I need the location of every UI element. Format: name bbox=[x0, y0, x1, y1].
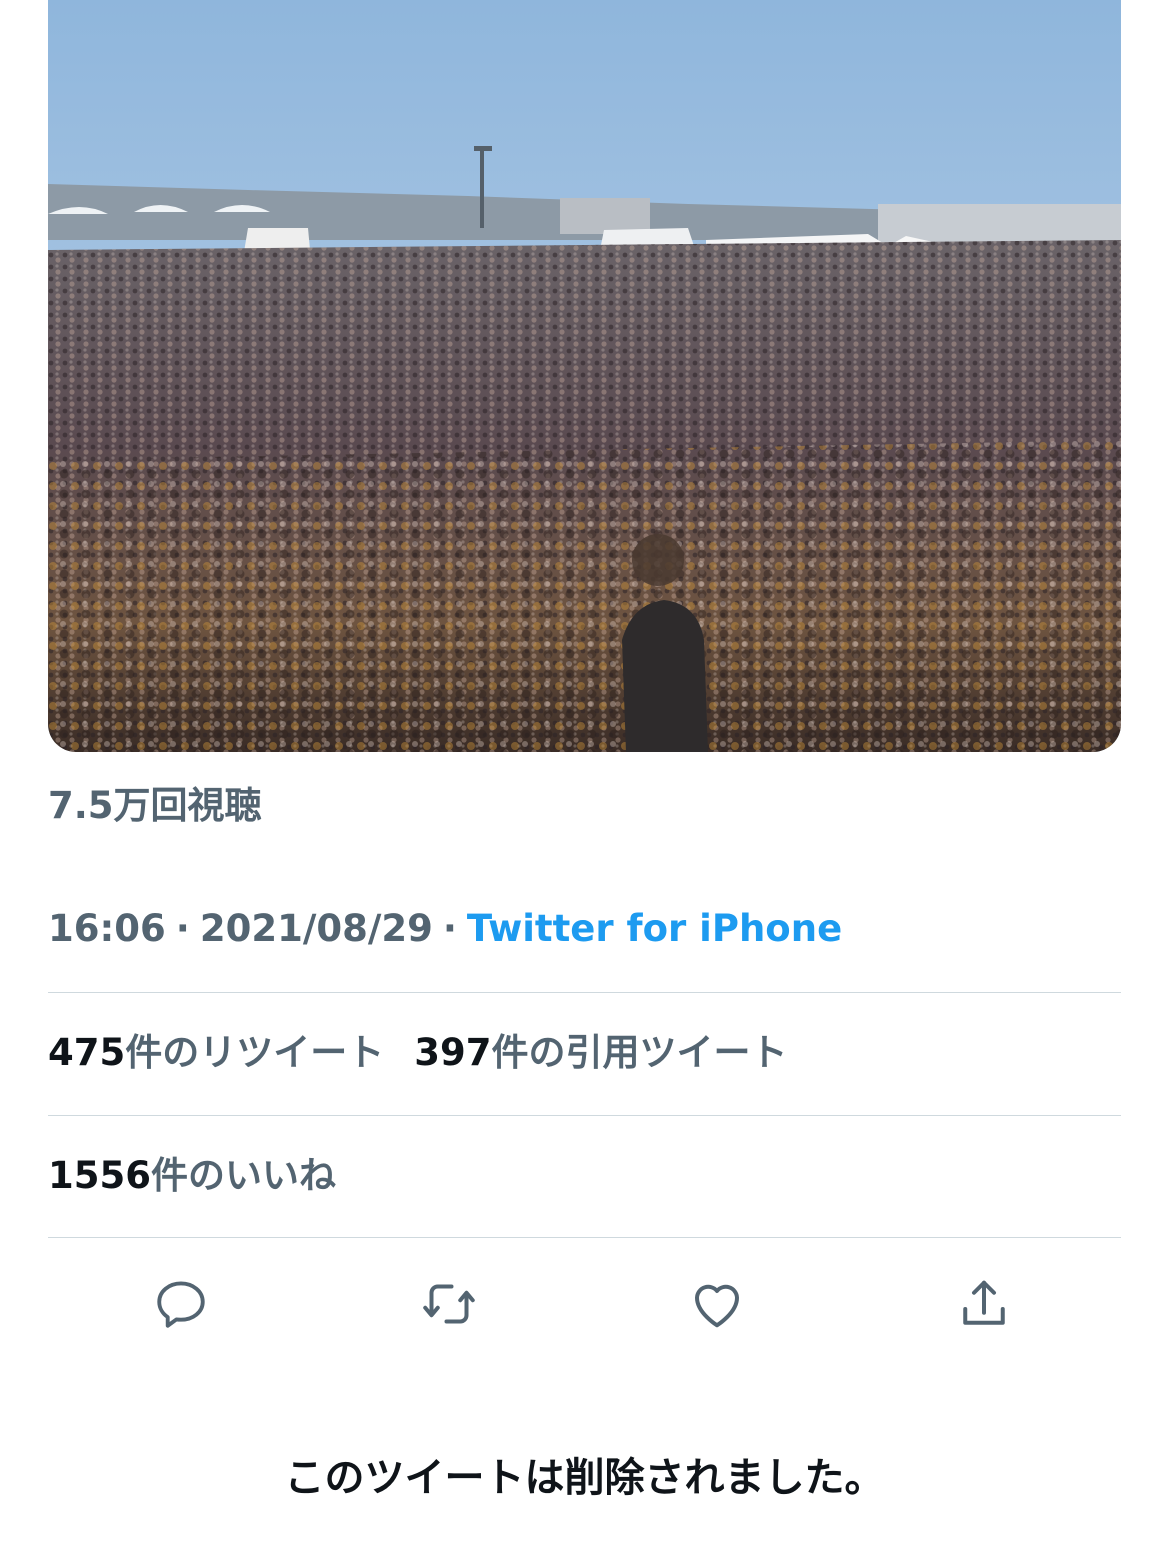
tweet-source-link[interactable]: Twitter for iPhone bbox=[467, 907, 842, 950]
share-button[interactable] bbox=[952, 1272, 1016, 1336]
heart-icon bbox=[695, 1284, 739, 1328]
quotes-stat[interactable]: 397件の引用ツイート bbox=[414, 1031, 787, 1074]
deleted-tweet-notice: このツイートは削除されました。 bbox=[284, 1455, 885, 1501]
retweet-count: 475 bbox=[48, 1031, 126, 1074]
tweet-video-media[interactable] bbox=[48, 0, 1121, 752]
retweet-icon bbox=[423, 1284, 475, 1324]
video-thumbnail-image bbox=[48, 0, 1121, 752]
tweet-time[interactable]: 16:06 bbox=[48, 907, 166, 950]
divider bbox=[48, 1115, 1121, 1116]
retweet-label: 件のリツイート bbox=[125, 1031, 385, 1074]
meta-separator: · bbox=[175, 907, 190, 950]
quote-label: 件の引用ツイート bbox=[491, 1031, 788, 1074]
divider bbox=[48, 992, 1121, 993]
tweet-action-bar bbox=[48, 1262, 1121, 1346]
likes-stats-row: 1556件のいいね bbox=[48, 1152, 366, 1200]
quote-count: 397 bbox=[414, 1031, 492, 1074]
retweet-button[interactable] bbox=[417, 1272, 481, 1336]
like-label: 件のいいね bbox=[150, 1154, 336, 1197]
share-icon bbox=[963, 1280, 1005, 1325]
view-count: 7.5万回視聴 bbox=[48, 784, 262, 827]
like-button[interactable] bbox=[685, 1272, 749, 1336]
meta-separator: · bbox=[442, 907, 457, 950]
tweet-date[interactable]: 2021/08/29 bbox=[200, 907, 433, 950]
likes-stat[interactable]: 1556件のいいね bbox=[48, 1154, 336, 1197]
retweets-stat[interactable]: 475件のリツイート bbox=[48, 1031, 384, 1074]
reply-icon bbox=[157, 1281, 205, 1328]
like-count: 1556 bbox=[48, 1154, 151, 1197]
reply-button[interactable] bbox=[149, 1272, 213, 1336]
tweet-timestamp-line: 16:06 · 2021/08/29 · Twitter for iPhone bbox=[48, 905, 842, 953]
engagement-stats-row: 475件のリツイート 397件の引用ツイート bbox=[48, 1029, 817, 1077]
divider bbox=[48, 1237, 1121, 1238]
